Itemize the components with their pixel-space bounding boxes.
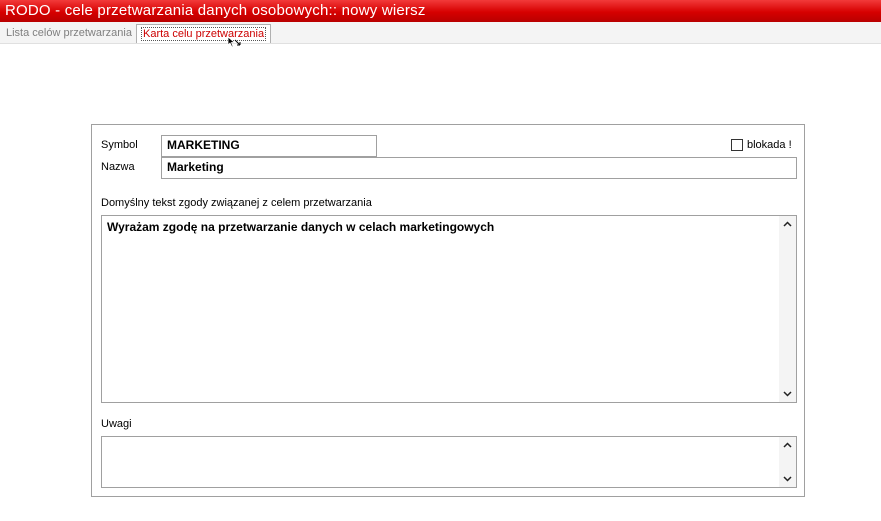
lock-checkbox-label: blokada !: [747, 139, 792, 151]
notes-text-area[interactable]: [101, 436, 797, 488]
mouse-cursor-icon: [227, 36, 241, 48]
consent-text-label: Domyślny tekst zgody związanej z celem p…: [101, 197, 372, 209]
chevron-up-icon[interactable]: [779, 437, 796, 453]
tab-purpose-card[interactable]: Karta celu przetwarzania: [136, 24, 272, 43]
window-title: RODO - cele przetwarzania danych osobowy…: [0, 0, 881, 22]
chevron-down-icon[interactable]: [779, 386, 796, 402]
chevron-down-icon[interactable]: [779, 471, 796, 487]
symbol-label: Symbol: [101, 139, 138, 151]
chevron-up-icon[interactable]: [779, 216, 796, 232]
symbol-field[interactable]: MARKETING: [161, 135, 377, 157]
purpose-form-panel: Symbol MARKETING blokada ! Nazwa Marketi…: [91, 124, 805, 497]
consent-text-area[interactable]: Wyrażam zgodę na przetwarzanie danych w …: [101, 215, 797, 403]
notes-label: Uwagi: [101, 418, 132, 430]
consent-text-value: Wyrażam zgodę na przetwarzanie danych w …: [107, 220, 495, 234]
name-label: Nazwa: [101, 161, 135, 173]
name-field[interactable]: Marketing: [161, 157, 797, 179]
lock-checkbox[interactable]: [731, 139, 743, 151]
tab-bar: Lista celów przetwarzania Karta celu prz…: [0, 22, 881, 44]
tab-purpose-list[interactable]: Lista celów przetwarzania: [2, 24, 136, 43]
notes-scrollbar[interactable]: [779, 437, 796, 487]
consent-scrollbar[interactable]: [779, 216, 796, 402]
tab-purpose-card-label: Karta celu przetwarzania: [141, 27, 267, 41]
